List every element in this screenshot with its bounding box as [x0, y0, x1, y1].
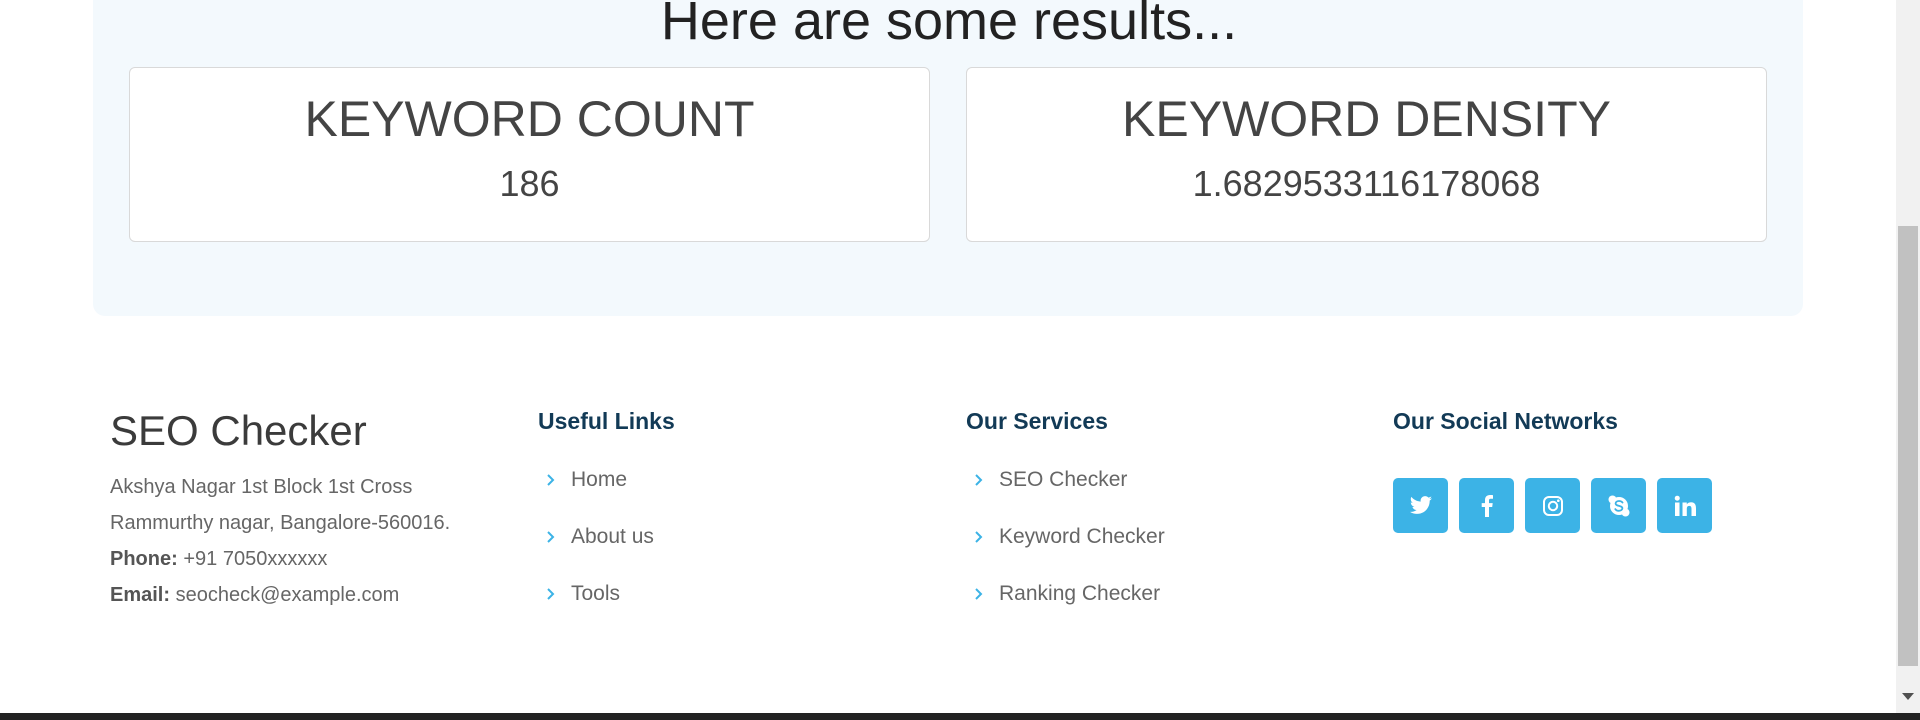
linkedin-icon [1674, 495, 1696, 517]
instagram-icon [1542, 495, 1564, 517]
footer-link-home[interactable]: Home [546, 467, 627, 493]
footer-brand: SEO Checker [110, 407, 367, 454]
keyword-count-card: KEYWORD COUNT 186 [129, 67, 930, 242]
facebook-icon [1481, 494, 1493, 517]
footer-link-tools[interactable]: Tools [546, 581, 620, 607]
facebook-button[interactable] [1459, 478, 1514, 533]
skype-button[interactable] [1591, 478, 1646, 533]
footer-link-label: Home [571, 468, 628, 491]
social-heading: Our Social Networks [1393, 408, 1618, 434]
twitter-button[interactable] [1393, 478, 1448, 533]
email-line: Email: seocheck@example.com [110, 583, 399, 607]
phone-label: Phone: [110, 548, 178, 570]
address-line-1: Akshya Nagar 1st Block 1st Cross [110, 476, 413, 498]
chevron-right-icon [974, 587, 986, 601]
keyword-density-card: KEYWORD DENSITY 1.6829533116178068 [966, 67, 1767, 242]
skype-icon [1608, 495, 1630, 517]
useful-links-heading: Useful Links [538, 408, 675, 434]
results-heading: Here are some results... [660, 0, 1238, 51]
email-label: Email: [110, 584, 171, 606]
services-heading: Our Services [966, 408, 1108, 434]
twitter-icon [1409, 495, 1433, 516]
keyword-count-title: KEYWORD COUNT [304, 91, 755, 147]
footer-link-label: Tools [571, 582, 621, 605]
phone-value: +91 7050xxxxxx [177, 548, 328, 570]
phone-line: Phone: +91 7050xxxxxx [110, 547, 327, 571]
chevron-right-icon [546, 587, 558, 601]
keyword-density-title: KEYWORD DENSITY [1122, 91, 1611, 147]
service-link-seo-checker[interactable]: SEO Checker [974, 467, 1127, 493]
chevron-right-icon [974, 530, 986, 544]
service-link-label: SEO Checker [999, 468, 1128, 491]
linkedin-button[interactable] [1657, 478, 1712, 533]
bottom-bar [0, 713, 1920, 720]
email-value: seocheck@example.com [170, 584, 400, 606]
service-link-ranking-checker[interactable]: Ranking Checker [974, 581, 1160, 607]
address-line-2: Rammurthy nagar, Bangalore-560016. [110, 512, 451, 534]
footer-link-label: About us [571, 525, 654, 548]
chevron-right-icon [546, 530, 558, 544]
service-link-label: Ranking Checker [999, 582, 1161, 605]
service-link-label: Keyword Checker [999, 525, 1165, 548]
keyword-count-value: 186 [499, 163, 560, 204]
keyword-density-value: 1.6829533116178068 [1192, 163, 1541, 204]
instagram-button[interactable] [1525, 478, 1580, 533]
chevron-right-icon [546, 473, 558, 487]
chevron-right-icon [974, 473, 986, 487]
scrollbar-thumb[interactable] [1898, 226, 1918, 666]
scroll-down-arrow-icon[interactable] [1902, 693, 1914, 700]
service-link-keyword-checker[interactable]: Keyword Checker [974, 524, 1165, 550]
footer-link-about[interactable]: About us [546, 524, 654, 550]
